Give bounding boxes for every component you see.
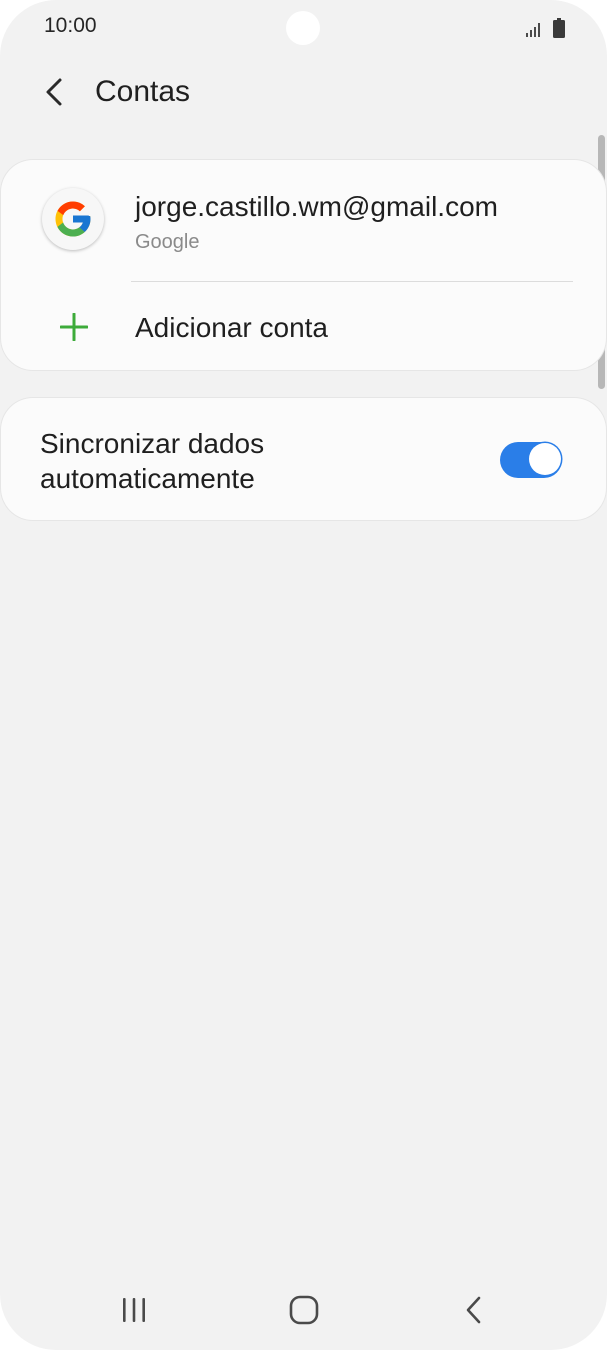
front-camera	[286, 11, 320, 45]
nav-back-icon[interactable]	[444, 1288, 504, 1332]
recents-icon[interactable]	[104, 1288, 164, 1332]
account-email: jorge.castillo.wm@gmail.com	[135, 191, 498, 222]
back-arrow-icon[interactable]	[36, 74, 72, 110]
battery-icon	[553, 18, 565, 38]
plus-icon	[60, 313, 88, 341]
status-bar: 10:00	[0, 0, 607, 56]
status-icons	[525, 16, 565, 38]
sync-toggle[interactable]	[500, 442, 562, 478]
signal-icon	[526, 23, 540, 37]
page-title: Contas	[95, 75, 191, 108]
toggle-knob	[529, 443, 561, 475]
phone-screen: 10:00 Contas jorge.castillo.wm@gmail.com…	[0, 0, 607, 1350]
add-account-label: Adicionar conta	[135, 312, 329, 343]
status-time: 10:00	[44, 14, 97, 37]
app-header: Contas	[0, 60, 607, 124]
google-icon	[42, 188, 104, 250]
navigation-bar	[0, 1270, 607, 1350]
account-type: Google	[135, 231, 200, 253]
home-icon[interactable]	[274, 1288, 334, 1332]
sync-label: Sincronizar dados automaticamente	[40, 428, 265, 494]
